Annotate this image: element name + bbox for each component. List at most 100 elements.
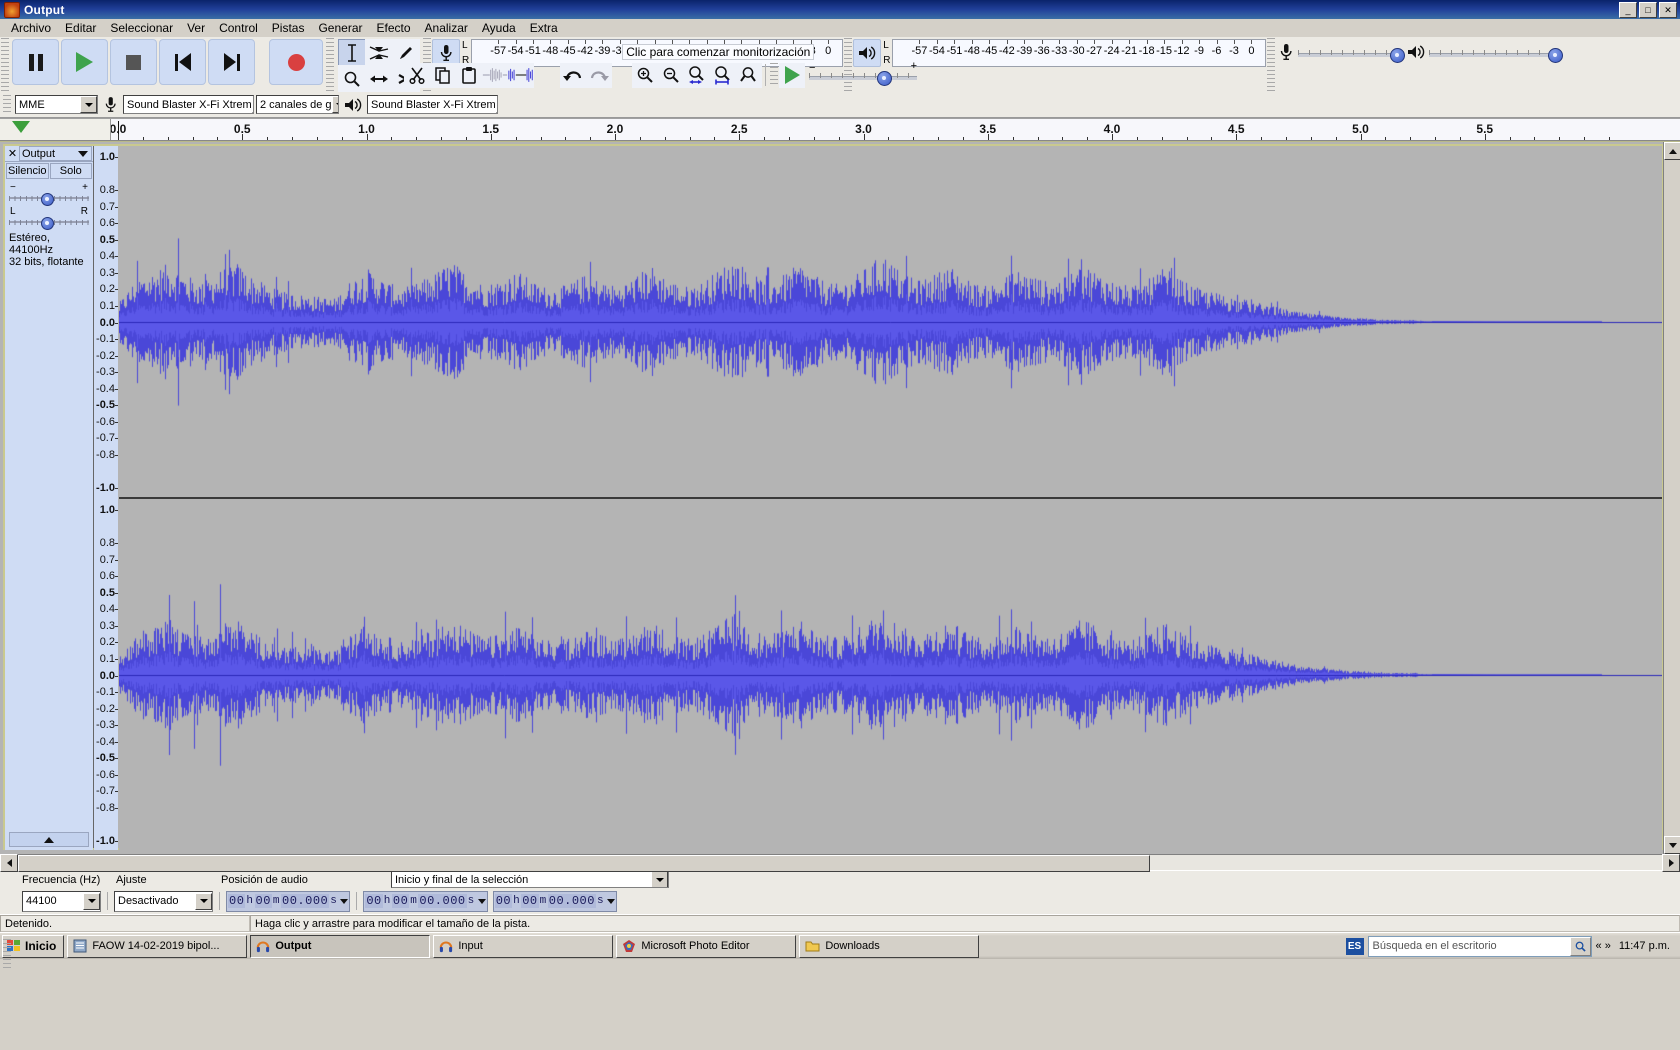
recording-device-combo[interactable]: Sound Blaster X-Fi Xtrem <box>123 95 254 114</box>
taskbar-item-output[interactable]: Output <box>250 934 431 958</box>
waveform-canvas[interactable] <box>119 146 1662 497</box>
scroll-right-button[interactable] <box>1662 853 1680 872</box>
snap-to-combo[interactable]: Desactivado <box>114 890 213 912</box>
pan-slider[interactable] <box>9 217 89 230</box>
taskbar-item-downloads[interactable]: Downloads <box>799 934 980 958</box>
desktop-search-input[interactable]: Búsqueda en el escritorio <box>1367 935 1592 957</box>
undo-button[interactable] <box>560 62 586 88</box>
chevron-down-icon[interactable] <box>607 898 616 904</box>
taskbar-item-faow[interactable]: FAOW 14-02-2019 bipol... <box>67 934 248 958</box>
vertical-scrollbar[interactable] <box>1663 142 1680 854</box>
zoom-in-button[interactable] <box>632 62 658 88</box>
tray-expand-chevron[interactable]: « » <box>1596 940 1611 952</box>
timeline-left-gutter <box>0 119 111 140</box>
menu-generar[interactable]: Generar <box>311 20 369 36</box>
selection-tool[interactable] <box>338 39 366 66</box>
taskbar-item-photo-editor[interactable]: Microsoft Photo Editor <box>616 934 797 958</box>
envelope-tool[interactable] <box>365 39 393 66</box>
project-rate-combo[interactable]: 44100 <box>22 890 101 912</box>
play-at-speed-button[interactable] <box>779 62 805 88</box>
zoom-toggle-button[interactable] <box>736 62 762 88</box>
menu-editar[interactable]: Editar <box>58 20 103 36</box>
horizontal-scrollbar[interactable] <box>0 853 1680 872</box>
selection-mode-combo[interactable]: Inicio y final de la selección <box>391 871 669 888</box>
track-resize-handle[interactable] <box>9 832 89 847</box>
playback-device-combo[interactable]: Sound Blaster X-Fi Xtrem <box>367 95 498 114</box>
zoom-out-button[interactable] <box>658 62 684 88</box>
pause-button[interactable] <box>12 39 59 85</box>
scroll-left-button[interactable] <box>0 853 18 872</box>
tools-toolbar-grabber[interactable] <box>326 38 334 91</box>
menu-ver[interactable]: Ver <box>180 20 212 36</box>
track-close-button[interactable]: ✕ <box>6 147 19 160</box>
menu-analizar[interactable]: Analizar <box>418 20 475 36</box>
menu-efecto[interactable]: Efecto <box>370 20 418 36</box>
chevron-down-icon[interactable] <box>477 898 486 904</box>
chevron-down-icon[interactable] <box>80 96 97 113</box>
chevron-down-icon[interactable] <box>340 898 349 904</box>
menu-ayuda[interactable]: Ayuda <box>475 20 523 36</box>
selection-start-field[interactable]: 00 h 00 m 00.000 s <box>363 890 488 912</box>
skip-start-button[interactable] <box>159 39 206 85</box>
device-toolbar-grabber[interactable] <box>3 95 11 114</box>
hscroll-track[interactable] <box>18 855 1662 872</box>
scroll-down-button[interactable] <box>1664 836 1680 854</box>
taskbar-item-input[interactable]: Input <box>433 934 614 958</box>
mixer-toolbar-grabber[interactable] <box>1267 38 1276 91</box>
record-button[interactable] <box>269 39 323 85</box>
menu-extra[interactable]: Extra <box>523 20 565 36</box>
track-title-dropdown[interactable]: Output <box>19 146 92 161</box>
selection-toolbar-grabber[interactable] <box>3 939 11 971</box>
waveform-left-channel[interactable] <box>119 146 1662 497</box>
vertical-ruler-right-channel[interactable]: 1.0 0.8 0.7 0.6 0.5 0.4 0.3 0.2 0.1 0.0 -0.1 -0.2 -0… <box>94 499 118 850</box>
maximize-button[interactable]: □ <box>1639 2 1657 18</box>
cut-button[interactable] <box>404 62 430 88</box>
chevron-down-icon[interactable] <box>195 892 212 910</box>
timeshift-tool[interactable] <box>365 65 393 92</box>
solo-button[interactable]: Solo <box>49 163 92 179</box>
audio-host-combo[interactable]: MME <box>15 95 98 114</box>
mute-button[interactable]: Silencio <box>6 163 49 179</box>
menu-control[interactable]: Control <box>212 20 265 36</box>
chevron-down-icon[interactable] <box>251 96 253 113</box>
play-speed-slider[interactable]: − + <box>809 61 917 86</box>
paste-button[interactable] <box>456 62 482 88</box>
chevron-down-icon[interactable] <box>495 96 497 113</box>
menu-pistas[interactable]: Pistas <box>265 20 312 36</box>
fit-project-button[interactable] <box>710 62 736 88</box>
chevron-down-icon[interactable] <box>651 872 668 887</box>
selection-end-field[interactable]: 00 h 00 m 00.000 s <box>492 890 618 912</box>
play-speed-grabber[interactable] <box>770 63 778 87</box>
timeline-ruler[interactable]: 0.0 0.5 1.0 1.5 2.0 2.5 3.0 3.5 4.0 4.5 5.0 5.5 <box>111 119 1680 140</box>
hscroll-thumb[interactable] <box>18 855 1150 872</box>
fit-selection-button[interactable] <box>684 62 710 88</box>
waveform-right-channel[interactable] <box>119 499 1662 850</box>
ruler-minor-tick <box>1459 137 1461 140</box>
zoom-tool[interactable] <box>338 65 366 92</box>
waveform-canvas[interactable] <box>119 499 1662 850</box>
pinned-play-head-icon[interactable] <box>12 121 30 133</box>
copy-button[interactable] <box>430 62 456 88</box>
search-icon[interactable] <box>1569 936 1591 956</box>
language-indicator[interactable]: ES <box>1345 937 1364 955</box>
close-button[interactable]: ✕ <box>1659 2 1677 18</box>
minimize-button[interactable]: _ <box>1619 2 1637 18</box>
skip-end-button[interactable] <box>208 39 255 85</box>
stop-button[interactable] <box>110 39 157 85</box>
gain-slider[interactable] <box>9 193 89 206</box>
input-volume-slider[interactable] <box>1298 41 1406 63</box>
chevron-down-icon[interactable] <box>83 892 100 910</box>
recording-channels-combo[interactable]: 2 canales de g <box>256 95 339 114</box>
audio-position-field[interactable]: 00 h 00 m 00.000 s <box>226 890 351 912</box>
chevron-down-icon[interactable] <box>331 96 338 113</box>
play-meter[interactable]: -57 -54 -51 -48 -45 -42 -39 -36 -33 -30 -27 -24 -21-… <box>892 39 1267 67</box>
scroll-up-button[interactable] <box>1664 142 1680 160</box>
play-button[interactable] <box>61 39 108 85</box>
output-volume-slider[interactable] <box>1429 41 1564 63</box>
silence-button[interactable] <box>508 62 534 88</box>
transport-toolbar-grabber[interactable] <box>1 38 9 91</box>
menu-archivo[interactable]: Archivo <box>4 20 58 36</box>
menu-seleccionar[interactable]: Seleccionar <box>103 20 180 36</box>
vertical-ruler-left-channel[interactable]: 1.0 0.8 0.7 0.6 0.5 0.4 0.3 0.2 0.1 0.0 -0.1 -0.2 -0… <box>94 146 118 497</box>
start-button[interactable]: Inicio <box>2 934 65 958</box>
